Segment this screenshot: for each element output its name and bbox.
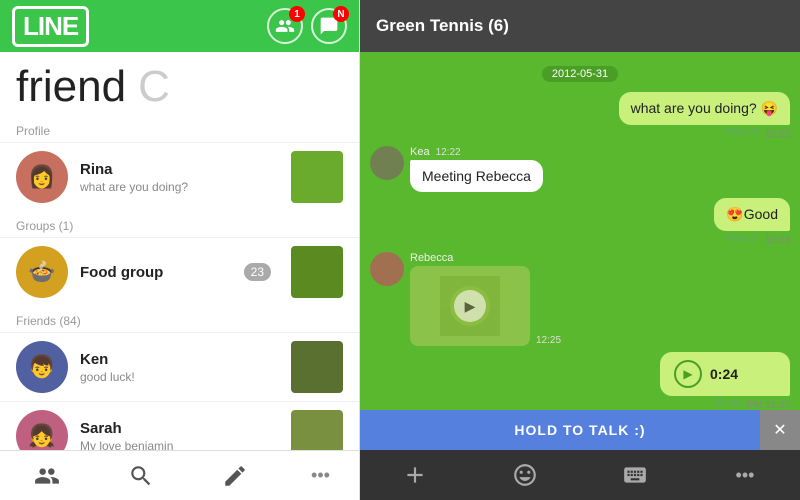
ken-name: Ken [80,351,279,368]
kea-avatar [370,146,404,180]
profile-section-label: Profile [0,116,359,142]
chat-title: Green Tennis (6) [376,16,784,36]
rebecca-img-time: 12:25 [536,335,561,346]
audio-duration: 0:24 [710,366,738,382]
scroll-area: Profile 👩 Rina what are you doing? Group… [0,116,359,450]
emoji-icon[interactable] [507,457,543,493]
food-group-thumb [291,246,343,298]
chat-more-icon[interactable]: ••• [727,457,763,493]
msg-time-good: 12:23 [765,235,790,246]
audio-play-icon[interactable]: ▶ [674,360,702,388]
ken-status: good luck! [80,370,279,384]
plus-icon[interactable] [397,457,433,493]
friend-header: friend C [0,52,359,116]
people-icon-btn[interactable]: 1 [267,8,303,44]
food-group-info: Food group [80,264,232,281]
groups-nav-icon[interactable] [29,458,65,494]
msg-bubble-sent-good: 😍Good [714,198,790,231]
chat-header: Green Tennis (6) [360,0,800,52]
chat-icon-btn[interactable]: N [311,8,347,44]
kea-time: 12:22 [436,147,461,158]
rina-thumb [291,151,343,203]
line-logo: LINE [12,6,89,47]
right-panel: Green Tennis (6) 2012-05-31 what are you… [360,0,800,500]
profile-row[interactable]: 👩 Rina what are you doing? [0,142,359,211]
friend-title: friend [16,65,126,109]
food-group-count: 23 [244,263,271,281]
msg-text-sent-1: what are you doing? 😝 [631,100,778,117]
top-bar-icons: 1 N [267,8,347,44]
keyboard-icon[interactable] [617,457,653,493]
chat-bottom-nav: ••• [360,450,800,500]
rebecca-img-content: Rebecca ▶ 12:25 [410,252,561,346]
rina-status: what are you doing? [80,180,279,194]
food-group-avatar: 🍲 [16,246,68,298]
chat-letter: C [138,62,170,112]
msg-sent-good: 😍Good Read 5 12:23 [370,198,790,246]
rebecca-sender: Rebecca [410,252,561,264]
edit-nav-icon[interactable] [217,458,253,494]
audio-read: Read [717,398,741,410]
ken-info: Ken good luck! [80,351,279,384]
sarah-avatar: 👧 [16,410,68,450]
msg-image-rebecca: Rebecca ▶ 12:25 [370,252,790,346]
audio-bubble: ▶ 0:24 [660,352,790,396]
hold-to-talk-text: HOLD TO TALK :) [514,422,645,438]
close-button[interactable]: ✕ [760,410,800,450]
msg-read-good: Read 5 [727,233,759,246]
rina-name: Rina [80,161,279,178]
msg-time-sent-1: 12:22 [765,129,790,140]
groups-section-label: Groups (1) [0,211,359,237]
sarah-info: Sarah My love benjamin [80,420,279,451]
sarah-thumb [291,410,343,450]
rina-avatar: 👩 [16,151,68,203]
msg-audio: ▶ 0:24 Read PM 12:27 [370,352,790,410]
date-text: 2012-05-31 [542,66,618,82]
ken-avatar: 👦 [16,341,68,393]
msg-received-kea: Kea 12:22 Meeting Rebecca [370,146,790,192]
ken-row[interactable]: 👦 Ken good luck! [0,332,359,401]
chat-messages: 2012-05-31 what are you doing? 😝 Read 5 … [360,52,800,410]
food-group-row[interactable]: 🍲 Food group 23 [0,237,359,306]
sarah-row[interactable]: 👧 Sarah My love benjamin [0,401,359,450]
chat-badge: N [333,6,349,22]
people-badge: 1 [289,6,305,22]
msg-bubble-sent-1: what are you doing? 😝 [619,92,790,125]
rebecca-chat-avatar [370,252,404,286]
kea-msg-content: Kea 12:22 Meeting Rebecca [410,146,543,192]
search-nav-icon[interactable] [123,458,159,494]
friends-section-label: Friends (84) [0,306,359,332]
msg-sent-1: what are you doing? 😝 Read 5 12:22 [370,92,790,140]
sarah-status: My love benjamin [80,439,279,451]
rina-info: Rina what are you doing? [80,161,279,194]
ken-thumb [291,341,343,393]
rebecca-image-bubble[interactable]: ▶ [410,266,530,346]
kea-bubble: Meeting Rebecca [410,160,543,192]
food-group-name: Food group [80,264,232,281]
top-bar: LINE 1 N [0,0,359,52]
left-panel: LINE 1 N friend C Profile 👩 Rina what ar… [0,0,360,500]
msg-text-good: 😍Good [726,206,778,223]
sarah-name: Sarah [80,420,279,437]
date-badge: 2012-05-31 [370,64,790,82]
more-nav-icon[interactable]: ••• [311,465,330,486]
kea-sender: Kea [410,146,430,158]
left-bottom-nav: ••• [0,450,359,500]
hold-to-talk-bar[interactable]: HOLD TO TALK :) ✕ [360,410,800,450]
kea-text: Meeting Rebecca [422,168,531,184]
msg-read-sent-1: Read 5 [727,127,759,140]
audio-time: PM 12:27 [747,400,790,410]
